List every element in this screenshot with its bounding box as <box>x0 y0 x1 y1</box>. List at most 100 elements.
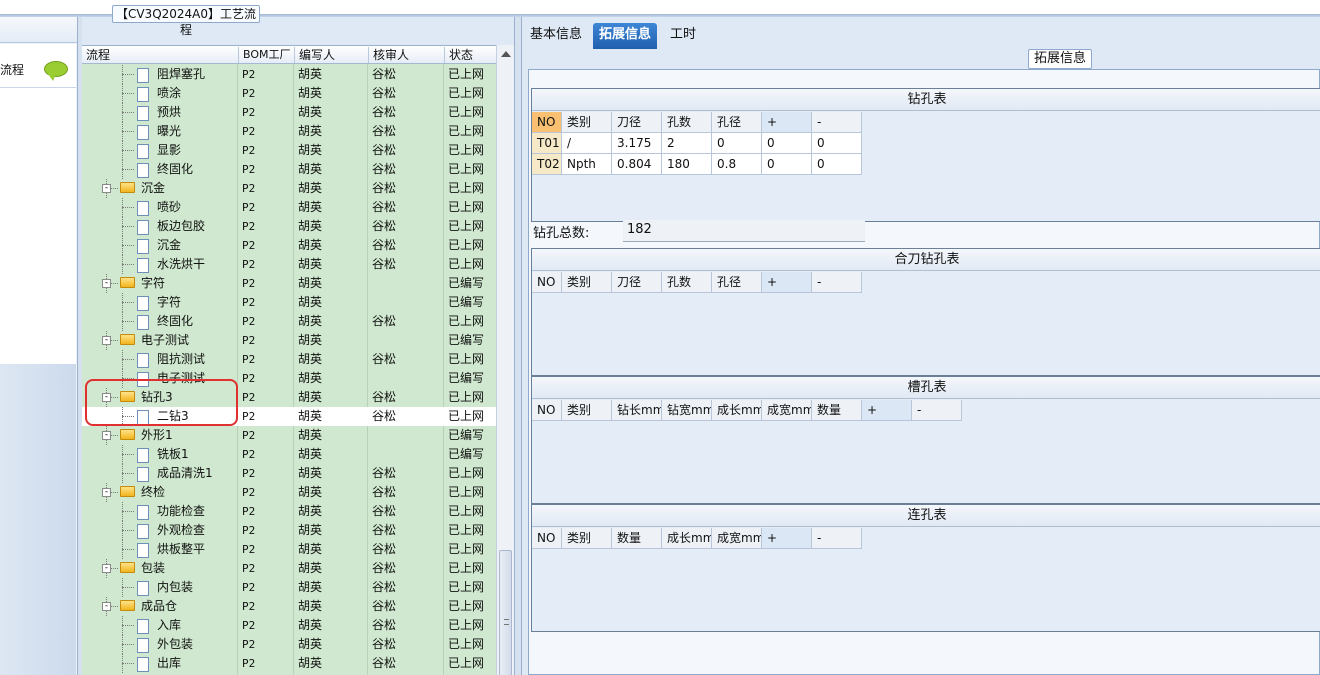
tree-row[interactable]: 水洗烘干 P2 胡英 谷松 已上网 <box>82 255 496 274</box>
table-cell[interactable]: / <box>562 133 612 154</box>
tree-row[interactable]: 外包装 P2 胡英 谷松 已上网 <box>82 635 496 654</box>
scroll-thumb[interactable] <box>499 550 512 675</box>
table-header-cell[interactable]: + <box>762 272 812 293</box>
tree-row[interactable]: - 包装 P2 胡英 谷松 已上网 <box>82 559 496 578</box>
col-header-flow[interactable]: 流程 <box>82 47 110 63</box>
tab-work-hours[interactable]: 工时 <box>664 23 702 49</box>
table-header-cell[interactable]: 类别 <box>562 528 612 549</box>
tree-row[interactable]: 喷砂 P2 胡英 谷松 已上网 <box>82 198 496 217</box>
tree-row[interactable]: - 沉金 P2 胡英 谷松 已上网 <box>82 179 496 198</box>
tree-row[interactable]: - 外形1 P2 胡英 已编写 <box>82 426 496 445</box>
tree-row[interactable]: 成品清洗1 P2 胡英 谷松 已上网 <box>82 464 496 483</box>
table-cell[interactable]: 0.804 <box>612 154 662 175</box>
tree-row[interactable]: 字符 P2 胡英 已编写 <box>82 293 496 312</box>
total-holes-value[interactable]: 182 <box>623 220 865 242</box>
table-cell[interactable]: 0 <box>712 133 762 154</box>
table-header-cell[interactable]: 孔径 <box>712 272 762 293</box>
tree-row[interactable]: 显影 P2 胡英 谷松 已上网 <box>82 141 496 160</box>
col-header-reviewer[interactable]: 核审人 <box>368 47 409 63</box>
tree-row[interactable]: 终固化 P2 胡英 谷松 已上网 <box>82 312 496 331</box>
tree-row[interactable]: - 终检 P2 胡英 谷松 已上网 <box>82 483 496 502</box>
tree-row[interactable]: 终固化 P2 胡英 谷松 已上网 <box>82 160 496 179</box>
tree-row[interactable]: 铣板1 P2 胡英 已编写 <box>82 445 496 464</box>
tree-row[interactable]: 曝光 P2 胡英 谷松 已上网 <box>82 122 496 141</box>
col-header-status[interactable]: 状态 <box>444 47 473 63</box>
collapse-toggle-icon[interactable]: - <box>102 279 111 288</box>
tab-extended-info[interactable]: 拓展信息 <box>593 23 658 49</box>
tree-scrollbar[interactable] <box>496 45 514 675</box>
reviewer-cell: 谷松 <box>372 580 397 594</box>
tab-basic-info[interactable]: 基本信息 <box>524 23 588 49</box>
table-header-cell[interactable]: - <box>812 528 862 549</box>
table-header-cell[interactable]: 钻宽mm <box>662 400 712 421</box>
table-header-cell[interactable]: 数量 <box>812 400 862 421</box>
tree-connector <box>122 530 134 531</box>
table-header-cell[interactable]: + <box>762 528 812 549</box>
tree-row[interactable]: - 成品仓 P2 胡英 谷松 已上网 <box>82 597 496 616</box>
tree-row[interactable]: 阻焊塞孔 P2 胡英 谷松 已上网 <box>82 65 496 84</box>
table-header-cell[interactable]: NO <box>532 400 562 421</box>
tree-row[interactable]: 板边包胶 P2 胡英 谷松 已上网 <box>82 217 496 236</box>
chat-bubble-icon[interactable] <box>44 61 68 81</box>
collapse-toggle-icon[interactable]: - <box>102 602 111 611</box>
collapse-toggle-icon[interactable]: - <box>102 336 111 345</box>
table-cell[interactable]: Npth <box>562 154 612 175</box>
table-cell[interactable]: 0 <box>812 154 862 175</box>
table-header-cell[interactable]: 刀径 <box>612 272 662 293</box>
collapse-toggle-icon[interactable]: - <box>102 184 111 193</box>
table-header-cell[interactable]: 刀径 <box>612 112 662 133</box>
table-header-cell[interactable]: 孔径 <box>712 112 762 133</box>
tree-connector <box>122 141 123 160</box>
table-header-cell[interactable]: + <box>862 400 912 421</box>
table-header-cell[interactable]: NO <box>532 112 562 133</box>
table-cell[interactable]: 0 <box>812 133 862 154</box>
table-header-cell[interactable]: - <box>812 272 862 293</box>
table-header-cell[interactable]: - <box>912 400 962 421</box>
table-header-cell[interactable]: 成宽mm <box>712 528 762 549</box>
tree-row[interactable]: 沉金 P2 胡英 谷松 已上网 <box>82 236 496 255</box>
tree-node-label: 外包装 <box>157 637 194 651</box>
right-splitter[interactable] <box>514 17 522 675</box>
collapse-toggle-icon[interactable]: - <box>102 564 111 573</box>
table-header-cell[interactable]: 类别 <box>562 272 612 293</box>
table-header-cell[interactable]: 类别 <box>562 400 612 421</box>
table-header-cell[interactable]: 孔数 <box>662 272 712 293</box>
tree-row[interactable]: - 电子测试 P2 胡英 已编写 <box>82 331 496 350</box>
table-cell[interactable]: 2 <box>662 133 712 154</box>
table-header-cell[interactable]: 成长mm <box>662 528 712 549</box>
tree-row[interactable]: 外观检查 P2 胡英 谷松 已上网 <box>82 521 496 540</box>
tree-row[interactable]: 喷涂 P2 胡英 谷松 已上网 <box>82 84 496 103</box>
table-header-cell[interactable]: + <box>762 112 812 133</box>
table-header-cell[interactable]: NO <box>532 272 562 293</box>
table-header-cell[interactable]: 钻长mm <box>612 400 662 421</box>
table-cell[interactable]: 0 <box>762 154 812 175</box>
col-header-writer[interactable]: 编写人 <box>294 47 335 63</box>
tree-row[interactable]: 阻抗测试 P2 胡英 谷松 已上网 <box>82 350 496 369</box>
table-header-cell[interactable]: 数量 <box>612 528 662 549</box>
tree-row[interactable]: 烘板整平 P2 胡英 谷松 已上网 <box>82 540 496 559</box>
table-cell[interactable]: 3.175 <box>612 133 662 154</box>
collapse-toggle-icon[interactable]: - <box>102 488 111 497</box>
table-header-cell[interactable]: 类别 <box>562 112 612 133</box>
tree-row[interactable]: 内包装 P2 胡英 谷松 已上网 <box>82 578 496 597</box>
table-header-cell[interactable]: 孔数 <box>662 112 712 133</box>
table-cell[interactable]: T01 <box>532 133 562 154</box>
col-header-bom[interactable]: BOM工厂 <box>238 47 291 63</box>
table-header-cell[interactable]: 成长mm <box>712 400 762 421</box>
table-cell[interactable]: 0.8 <box>712 154 762 175</box>
tree-row[interactable]: 预烘 P2 胡英 谷松 已上网 <box>82 103 496 122</box>
tree-row[interactable]: 入库 P2 胡英 谷松 已上网 <box>82 616 496 635</box>
table-header-cell[interactable]: 成宽mm <box>762 400 812 421</box>
table-header-cell[interactable]: NO <box>532 528 562 549</box>
table-cell[interactable]: 180 <box>662 154 712 175</box>
table-header-cell[interactable]: - <box>812 112 862 133</box>
tree-row[interactable]: 出库 P2 胡英 谷松 已上网 <box>82 654 496 673</box>
file-icon <box>137 619 149 634</box>
flow-nav-item[interactable]: 流程 <box>0 44 76 88</box>
table-cell[interactable]: 0 <box>762 133 812 154</box>
scroll-up-arrow-icon[interactable] <box>501 51 511 57</box>
tree-row[interactable]: - 字符 P2 胡英 已编写 <box>82 274 496 293</box>
collapse-toggle-icon[interactable]: - <box>102 431 111 440</box>
tree-row[interactable]: 功能检查 P2 胡英 谷松 已上网 <box>82 502 496 521</box>
table-cell[interactable]: T02 <box>532 154 562 175</box>
